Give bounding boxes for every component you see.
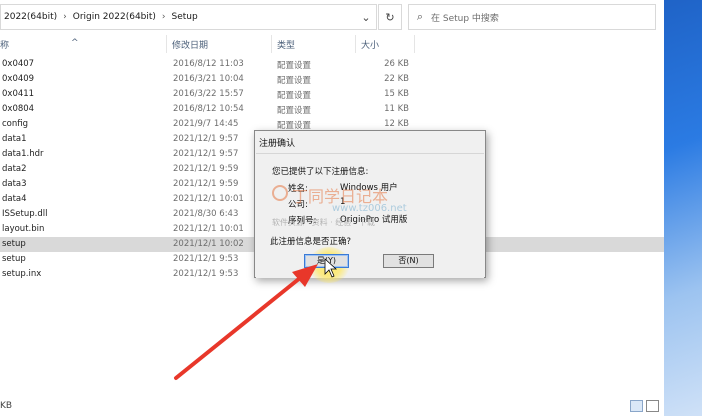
column-divider[interactable] [166, 35, 167, 53]
history-dropdown-button[interactable]: ⌄ [354, 4, 378, 30]
file-type: 配置设置 [277, 91, 312, 101]
file-date: 2021/12/1 9:59 [173, 179, 239, 189]
file-date: 2021/12/1 9:57 [173, 134, 239, 144]
file-name: setup [2, 254, 26, 264]
file-type: 配置设置 [277, 61, 312, 71]
file-date: 2016/8/12 11:03 [173, 59, 244, 69]
column-header-modified[interactable]: 修改日期 [172, 38, 208, 51]
file-size: 11 KB [384, 104, 409, 114]
file-name: ISSetup.dll [2, 209, 48, 219]
search-input[interactable]: ⌕ 在 Setup 中搜索 [408, 4, 656, 30]
yes-button[interactable]: 是(Y) [304, 254, 349, 268]
file-date: 2016/8/12 10:54 [173, 104, 244, 114]
file-name: data3 [2, 179, 27, 189]
file-date: 2016/3/21 10:04 [173, 74, 244, 84]
column-header-size[interactable]: 大小 [361, 38, 379, 51]
status-bar: KB [0, 398, 664, 416]
file-date: 2021/12/1 9:53 [173, 269, 239, 279]
file-date: 2021/9/7 14:45 [173, 119, 239, 129]
chevron-right-icon[interactable]: › [159, 12, 169, 22]
file-name: setup.inx [2, 269, 42, 279]
dialog-question: 此注册信息是否正确? [270, 237, 352, 247]
large-icons-view-icon[interactable] [646, 400, 659, 412]
address-bar[interactable]: 2022(64bit) › Origin 2022(64bit) › Setup [0, 4, 377, 30]
refresh-icon: ↻ [385, 10, 395, 24]
no-button[interactable]: 否(N) [383, 254, 434, 268]
file-size: 12 KB [384, 119, 409, 129]
file-size: 26 KB [384, 59, 409, 69]
serial-label: 序列号: [288, 216, 317, 226]
file-size: 22 KB [384, 74, 409, 84]
file-name: data1.hdr [2, 149, 44, 159]
chevron-right-icon[interactable]: › [60, 12, 70, 22]
column-divider[interactable] [355, 35, 356, 53]
file-type: 配置设置 [277, 106, 312, 116]
dialog-title: 注册确认 [259, 139, 296, 149]
column-header-type[interactable]: 类型 [277, 38, 295, 51]
file-date: 2021/12/1 10:01 [173, 224, 244, 234]
breadcrumb-item[interactable]: 2022(64bit) [1, 12, 60, 22]
file-date: 2021/12/1 9:53 [173, 254, 239, 264]
file-type: 配置设置 [277, 76, 312, 86]
sort-ascending-icon: ^ [71, 38, 79, 48]
file-date: 2021/8/30 6:43 [173, 209, 239, 219]
column-header-name[interactable]: 称 [0, 38, 9, 51]
registration-confirm-dialog: 注册确认 您已提供了以下注册信息: 姓名: Windows 用户 公司: 1 序… [254, 130, 486, 283]
name-value: Windows 用户 [340, 183, 398, 193]
dialog-body: 您已提供了以下注册信息: 姓名: Windows 用户 公司: 1 序列号: O… [256, 153, 484, 278]
serial-value: OriginPro 试用版 [340, 215, 408, 225]
dialog-prompt: 您已提供了以下注册信息: [272, 167, 369, 177]
column-divider[interactable] [414, 35, 415, 53]
file-date: 2021/12/1 9:57 [173, 149, 239, 159]
file-size: 15 KB [384, 89, 409, 99]
file-name: config [2, 119, 29, 129]
file-date: 2016/3/22 15:57 [173, 89, 244, 99]
column-header-row: ^ 称 修改日期 类型 大小 [0, 33, 664, 55]
file-name: 0x0411 [2, 89, 35, 99]
search-icon: ⌕ [416, 10, 424, 23]
file-name: layout.bin [2, 224, 45, 234]
desktop-background [664, 0, 702, 416]
file-row[interactable]: 0x0409 2016/3/21 10:04 配置设置 22 KB [0, 72, 664, 87]
file-row[interactable]: 0x0411 2016/3/22 15:57 配置设置 15 KB [0, 87, 664, 102]
details-view-icon[interactable] [630, 400, 643, 412]
file-date: 2021/12/1 9:59 [173, 164, 239, 174]
file-name: 0x0409 [2, 74, 35, 84]
file-name: 0x0804 [2, 104, 35, 114]
file-name: 0x0407 [2, 59, 35, 69]
breadcrumb-item[interactable]: Origin 2022(64bit) [70, 12, 159, 22]
file-date: 2021/12/1 10:02 [173, 239, 244, 249]
search-placeholder: 在 Setup 中搜索 [431, 13, 499, 24]
chevron-down-icon: ⌄ [361, 10, 371, 24]
company-value: 1 [340, 197, 346, 207]
company-label: 公司: [288, 200, 308, 210]
refresh-button[interactable]: ↻ [378, 4, 402, 30]
file-name: data4 [2, 194, 27, 204]
file-date: 2021/12/1 10:01 [173, 194, 244, 204]
file-name: data1 [2, 134, 27, 144]
file-row[interactable]: 0x0407 2016/8/12 11:03 配置设置 26 KB [0, 57, 664, 72]
file-name: data2 [2, 164, 27, 174]
breadcrumb-item[interactable]: Setup [169, 12, 201, 22]
status-size: KB [0, 401, 13, 411]
name-label: 姓名: [288, 184, 308, 194]
file-name: setup [2, 239, 26, 249]
column-divider[interactable] [271, 35, 272, 53]
file-row[interactable]: 0x0804 2016/8/12 10:54 配置设置 11 KB [0, 102, 664, 117]
